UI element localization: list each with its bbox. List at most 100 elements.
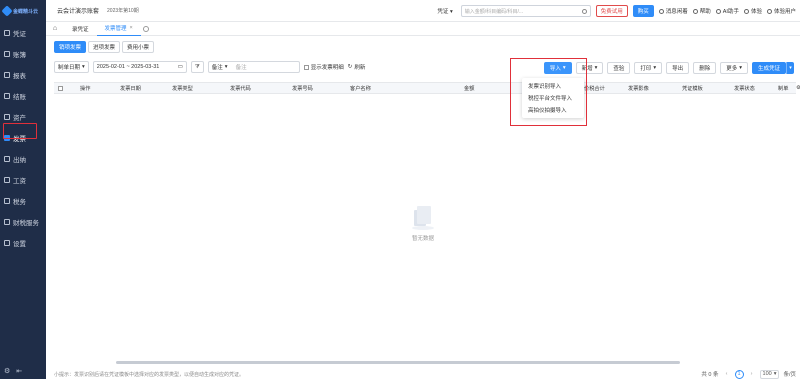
col-voucher-template: 凭证模板 <box>682 86 703 92</box>
prev-page-icon[interactable]: ‹ <box>723 370 731 378</box>
user-menu[interactable]: 体验用户 <box>766 7 796 15</box>
table-header: 操作 发票日期 发票类型 发票代码 发票号码 客户名称 金额 价税合计 发票影像… <box>54 82 800 94</box>
remark-search-input[interactable]: 备注 ▾ 备注 <box>207 61 300 73</box>
check-button[interactable]: 查验 <box>607 62 631 74</box>
calendar-icon: ▭ <box>177 64 183 70</box>
collapse-icon[interactable]: ⇤ <box>16 367 22 375</box>
chevron-down-icon: ▾ <box>562 65 566 71</box>
sidebar-item-voucher[interactable]: 凭证 <box>0 22 46 43</box>
table-footer: 小提示：发票识别后请在凭证模板中选择对应的发票类型，以便自动生成对应的凭证。 共… <box>54 369 796 379</box>
filter-icon[interactable]: ⧩ <box>190 61 204 73</box>
refresh-icon: ↻ <box>347 64 353 70</box>
print-button[interactable]: 打印 ▾ <box>634 62 663 74</box>
messages-link[interactable]: 消息闲着 <box>658 7 688 15</box>
topbar: 云会计演示账套 2023年第10期 凭证 ▾ 输入金额/科目编码/科目/... … <box>46 0 800 22</box>
sidebar: 金蝶精斗云 凭证 账簿 报表 结账 资产 发票 出纳 工资 税务 财税服务 设置… <box>0 0 46 379</box>
col-invoice-code: 发票代码 <box>230 86 251 92</box>
next-page-icon[interactable]: › <box>748 370 756 378</box>
generate-voucher-dropdown-icon[interactable]: ▾ <box>786 62 794 74</box>
col-preparer: 制单 <box>778 86 789 92</box>
add-button[interactable]: 新增 ▾ <box>575 62 604 74</box>
horizontal-scrollbar[interactable] <box>116 361 680 364</box>
closing-icon <box>4 92 10 99</box>
select-all-checkbox[interactable] <box>58 86 63 91</box>
company-name[interactable]: 云会计演示账套 <box>57 6 99 15</box>
sidebar-item-ledger[interactable]: 账簿 <box>0 43 46 64</box>
toolbar: 导入 ▾ 新增 ▾ 查验 打印 ▾ 导出 删除 更多 ▾ 生成凭证 ▾ <box>543 62 794 74</box>
more-button[interactable]: 更多 ▾ <box>720 62 748 74</box>
sidebar-item-closing[interactable]: 结账 <box>0 85 46 106</box>
help-link[interactable]: 帮助 <box>692 7 711 15</box>
col-total-with-tax: 价税合计 <box>584 86 605 92</box>
col-invoice-status: 发票状态 <box>734 86 755 92</box>
menu-item-tax-platform-file-import[interactable]: 税控平台文件导入 <box>522 92 584 104</box>
main-content: 销项发票 进项发票 费用小票 制单日期 ▾ 2025-02-01 ~ 2025-0… <box>46 36 800 379</box>
home-icon[interactable]: ⌂ <box>46 25 64 32</box>
logo-mark-icon <box>1 5 13 17</box>
sidebar-item-settings[interactable]: 设置 <box>0 232 46 253</box>
tab-expense-receipt[interactable]: 费用小票 <box>122 41 155 53</box>
tab-invoice-management[interactable]: 发票管理 × <box>96 22 141 36</box>
empty-text: 暂无数据 <box>411 236 434 242</box>
sidebar-item-assets[interactable]: 资产 <box>0 106 46 127</box>
date-range-picker[interactable]: 2025-02-01 ~ 2025-03-31 ▭ <box>92 61 187 73</box>
checkbox-icon <box>303 64 309 70</box>
sidebar-item-invoice[interactable]: 发票 <box>0 127 46 148</box>
chevron-down-icon: ▾ <box>449 9 453 15</box>
gear-icon[interactable]: ⚙ <box>4 367 10 375</box>
ai-assistant-link[interactable]: AI助手 <box>715 7 739 15</box>
global-search-input[interactable]: 输入金额/科目编码/科目/... <box>460 5 591 17</box>
tab-record-voucher[interactable]: 录凭证 <box>64 22 97 36</box>
message-icon <box>658 8 664 14</box>
menu-item-invoice-ocr-import[interactable]: 发票识别导入 <box>522 80 584 92</box>
col-invoice-date[interactable]: 发票日期 <box>120 85 141 92</box>
generate-voucher-button[interactable]: 生成凭证 <box>751 62 786 74</box>
show-detail-checkbox[interactable]: 显示发票明细 <box>303 63 344 71</box>
ledger-icon <box>4 50 10 57</box>
chevron-down-icon: ▾ <box>739 65 742 71</box>
tab-sales-invoice[interactable]: 销项发票 <box>54 41 87 53</box>
page-tabs: ⌂ 录凭证 发票管理 × <box>46 22 800 36</box>
app-logo[interactable]: 金蝶精斗云 <box>0 0 46 22</box>
col-invoice-image: 发票影像 <box>628 86 649 92</box>
sidebar-item-tax-service[interactable]: 财税服务 <box>0 211 46 232</box>
tab-purchase-invoice[interactable]: 进项发票 <box>88 41 121 53</box>
payroll-icon <box>4 176 10 183</box>
empty-state: 暂无数据 <box>46 206 800 242</box>
empty-document-icon <box>412 206 434 232</box>
topbar-right: 凭证 ▾ 输入金额/科目编码/科目/... 免费试用 购买 消息闲着 帮助 AI… <box>434 5 796 17</box>
import-button[interactable]: 导入 ▾ <box>543 62 572 74</box>
chevron-down-icon: ▾ <box>82 64 85 70</box>
current-page[interactable]: 1 <box>734 369 744 379</box>
report-icon <box>4 71 10 78</box>
sidebar-item-cashier[interactable]: 出纳 <box>0 148 46 169</box>
col-invoice-type: 发票类型 <box>172 86 193 92</box>
page-size-select[interactable]: 100 ▾ <box>759 369 780 379</box>
date-type-select[interactable]: 制单日期 ▾ <box>54 61 89 73</box>
invoice-icon <box>4 134 10 141</box>
chevron-down-icon: ▾ <box>224 64 228 70</box>
voucher-icon <box>4 29 10 36</box>
sidebar-item-tax[interactable]: 税务 <box>0 190 46 211</box>
settings-icon <box>4 239 10 246</box>
close-icon[interactable]: × <box>130 25 133 31</box>
experience-link[interactable]: 体验 <box>743 7 762 15</box>
menu-item-scanner-capture-import[interactable]: 高拍仪拍摄导入 <box>522 104 584 116</box>
export-button[interactable]: 导出 <box>666 62 690 74</box>
search-icon <box>581 8 587 14</box>
free-trial-button[interactable]: 免费试用 <box>595 5 628 17</box>
pagination: 共 0 条 ‹ 1 › 100 ▾ 条/页 <box>701 369 796 379</box>
delete-button[interactable]: 删除 <box>693 62 717 74</box>
cashier-icon <box>4 155 10 162</box>
more-tabs-icon[interactable] <box>142 25 149 32</box>
tax-icon <box>4 197 10 204</box>
column-settings-icon[interactable]: ⚙ <box>796 85 800 91</box>
page-size-unit: 条/页 <box>783 372 796 378</box>
sidebar-item-payroll[interactable]: 工资 <box>0 169 46 190</box>
voucher-type-select[interactable]: 凭证 ▾ <box>434 7 455 15</box>
buy-button[interactable]: 购买 <box>632 5 654 17</box>
sidebar-item-reports[interactable]: 报表 <box>0 64 46 85</box>
service-icon <box>4 218 10 225</box>
chevron-down-icon: ▾ <box>594 65 598 71</box>
refresh-button[interactable]: ↻ 刷新 <box>348 63 366 71</box>
